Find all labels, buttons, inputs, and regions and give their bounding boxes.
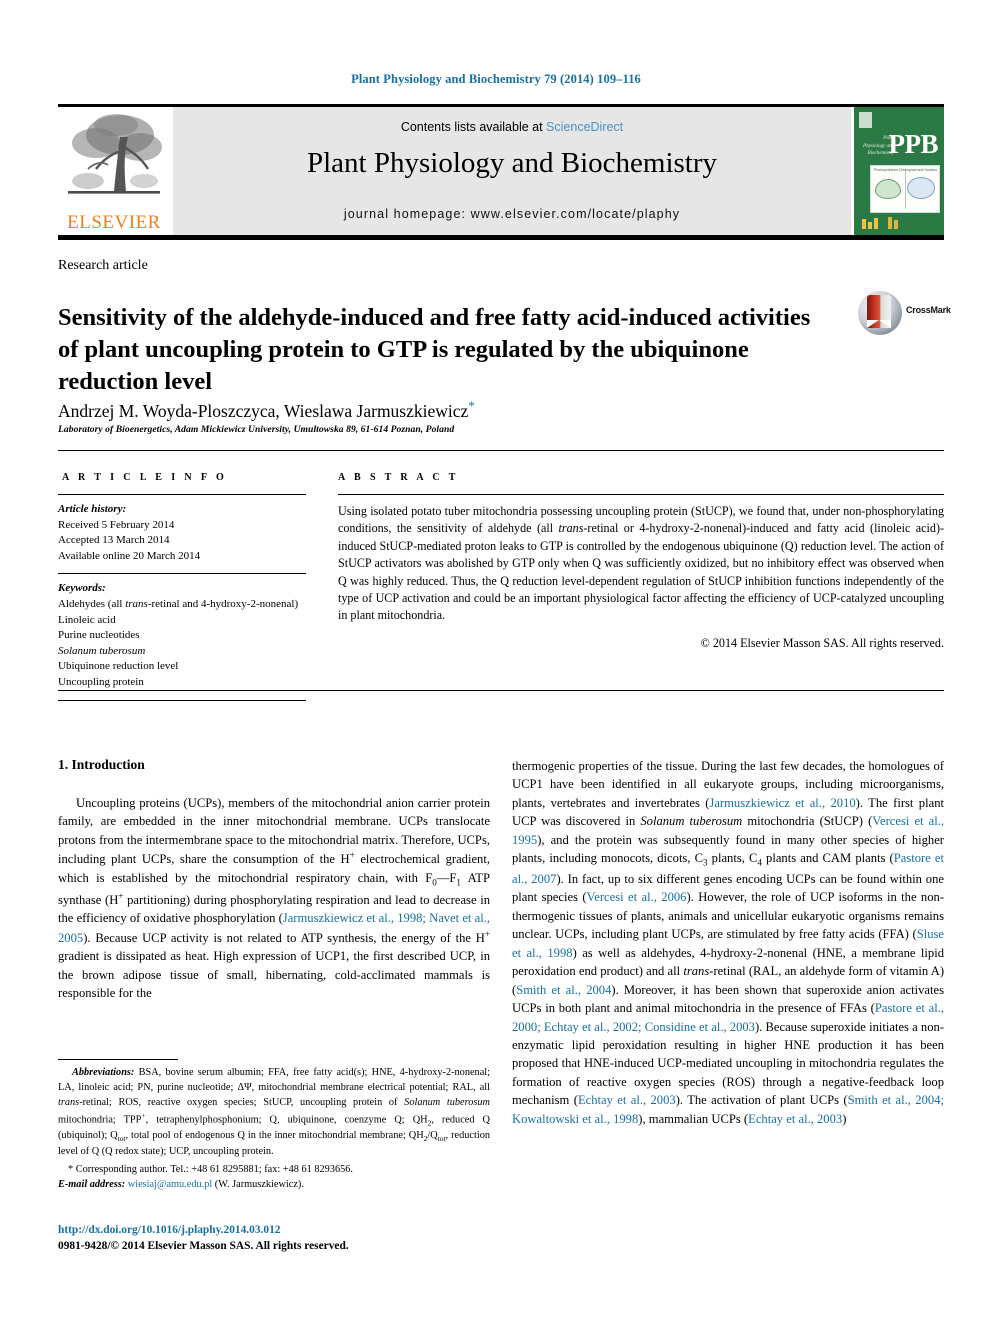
cover-figure-left-label: Photosynthesis	[874, 168, 898, 172]
journal-title: Plant Physiology and Biochemistry	[306, 147, 718, 179]
corresponding-author-marker: *	[468, 398, 475, 413]
info-rule-bottom	[58, 699, 306, 701]
email-note: E-mail address: wiesiaj@amu.edu.pl (W. J…	[58, 1178, 490, 1193]
corresponding-author-note: * Corresponding author. Tel.: +48 61 829…	[68, 1163, 353, 1175]
abstract-copyright: © 2014 Elsevier Masson SAS. All rights r…	[700, 635, 944, 650]
footnote-divider	[58, 1059, 178, 1060]
elsevier-logo: ELSEVIER	[58, 107, 170, 235]
affiliation: Laboratory of Bioenergetics, Adam Mickie…	[58, 424, 455, 435]
journal-masthead: ELSEVIER Contents lists available at Sci…	[58, 104, 944, 240]
keyword-item: Purine nucleotides	[58, 629, 140, 642]
citation-link[interactable]: Vercesi et al., 2006	[587, 890, 687, 904]
citation-link[interactable]: Echtay et al., 2003	[748, 1112, 842, 1126]
contents-banner: Contents lists available at ScienceDirec…	[173, 107, 851, 235]
abstract-text: Using isolated potato tuber mitochondria…	[338, 504, 944, 623]
keyword-item: Linoleic acid	[58, 613, 116, 626]
citation-link[interactable]: Jarmuszkiewicz et al., 2010	[709, 796, 855, 810]
author-list: Andrzej M. Woyda-Ploszczyca, Wieslawa Ja…	[58, 398, 848, 422]
body-column-right: thermogenic properties of the tissue. Du…	[512, 757, 944, 1128]
email-suffix: (W. Jarmuszkiewicz).	[214, 1178, 304, 1190]
info-rule-mid	[58, 573, 306, 575]
article-history-label: Article history:	[58, 503, 127, 515]
divider-under-authors	[58, 450, 944, 451]
crossmark-icon	[858, 291, 902, 335]
article-info-column: Article history: Received 5 February 201…	[58, 494, 306, 708]
divider-below-abstract	[58, 690, 944, 691]
abbreviations-note: Abbreviations: BSA, bovine serum albumin…	[58, 1067, 490, 1157]
cover-footer-logo-icon	[862, 217, 904, 229]
history-item-accepted: Accepted 13 March 2014	[58, 534, 170, 547]
doi-block: http://dx.doi.org/10.1016/j.plaphy.2014.…	[58, 1222, 518, 1254]
article-history-block: Article history: Received 5 February 201…	[58, 502, 306, 564]
abstract-rule-top	[338, 494, 944, 495]
citation-link[interactable]: Pastore et al., 2007	[512, 851, 944, 886]
cover-figure-leaf-cell-icon	[875, 179, 901, 199]
journal-homepage-line[interactable]: journal homepage: www.elsevier.com/locat…	[173, 207, 851, 221]
keywords-label: Keywords:	[58, 582, 106, 595]
crossmark-label: CrossMark	[906, 305, 951, 315]
article-info-heading: A R T I C L E I N F O	[62, 472, 228, 483]
journal-cover-thumbnail: Plant Physiology and Biochemistry PPB Ph…	[854, 107, 944, 235]
elsevier-wordmark: ELSEVIER	[67, 212, 161, 233]
running-head: Plant Physiology and Biochemistry 79 (20…	[351, 72, 641, 86]
intro-paragraph-left: Uncoupling proteins (UCPs), members of t…	[58, 796, 490, 1001]
info-rule-top	[58, 494, 306, 495]
contents-available-line: Contents lists available at ScienceDirec…	[173, 120, 851, 134]
author-names: Andrzej M. Woyda-Ploszczyca, Wieslawa Ja…	[58, 400, 469, 421]
journal-article-page: Plant Physiology and Biochemistry 79 (20…	[0, 0, 992, 1323]
abstract-heading: A B S T R A C T	[338, 472, 459, 483]
email-link[interactable]: wiesiaj@amu.edu.pl	[128, 1179, 212, 1190]
citation-link[interactable]: Smith et al., 2004	[516, 983, 611, 997]
section-heading-introduction: 1. Introduction	[58, 757, 145, 772]
doi-link[interactable]: http://dx.doi.org/10.1016/j.plaphy.2014.…	[58, 1222, 518, 1238]
issn-copyright-line: 0981-9428/© 2014 Elsevier Masson SAS. Al…	[58, 1240, 349, 1253]
contents-prefix: Contents lists available at	[400, 120, 547, 134]
keywords-block: Keywords: Aldehydes (all trans-retinal a…	[58, 581, 306, 690]
keyword-item: Ubiquinone reduction level	[58, 660, 179, 673]
email-label: E-mail address:	[58, 1178, 126, 1190]
citation-link[interactable]: Smith et al., 2004; Kowaltowski et al., …	[512, 1093, 944, 1125]
abbreviations-label: Abbreviations:	[72, 1067, 135, 1078]
page-title: Sensitivity of the aldehyde-induced and …	[58, 304, 811, 396]
cover-figure-divider	[905, 169, 906, 209]
citation-link[interactable]: Echtay et al., 2003	[578, 1093, 676, 1107]
sciencedirect-link[interactable]: ScienceDirect	[546, 120, 623, 134]
body-column-left: Uncoupling proteins (UCPs), members of t…	[58, 794, 490, 1003]
footnotes-block: Abbreviations: BSA, bovine serum albumin…	[58, 1066, 490, 1193]
keyword-item: Solanum tuberosum	[58, 644, 146, 657]
intro-paragraph-right: thermogenic properties of the tissue. Du…	[512, 759, 945, 1126]
cover-elsevier-mark-icon	[859, 112, 872, 128]
elsevier-tree-icon	[68, 114, 162, 194]
article-type-label: Research article	[58, 258, 148, 273]
cover-abbreviation: PPB	[888, 129, 939, 159]
history-item-received: Received 5 February 2014	[58, 518, 175, 531]
keyword-item: Uncoupling protein	[58, 676, 144, 689]
citation-link[interactable]: Sluse et al., 1998	[512, 927, 944, 959]
cover-figure-nucleus-cell-icon	[907, 177, 935, 199]
crossmark-badge[interactable]: CrossMark	[858, 291, 951, 341]
citation-link[interactable]: Jarmuszkiewicz et al., 1998; Navet et al…	[58, 911, 490, 945]
cover-figure-right-label: Chloroplast and Nucleus	[898, 168, 937, 172]
cover-figure: Photosynthesis Chloroplast and Nucleus	[870, 165, 940, 213]
history-item-online: Available online 20 March 2014	[58, 549, 201, 562]
abstract-column: Using isolated potato tuber mitochondria…	[338, 494, 944, 652]
keyword-item: Aldehydes (all trans-retinal and 4-hydro…	[58, 598, 299, 611]
citation-link[interactable]: Pastore et al., 2000; Echtay et al., 200…	[512, 1001, 944, 1033]
